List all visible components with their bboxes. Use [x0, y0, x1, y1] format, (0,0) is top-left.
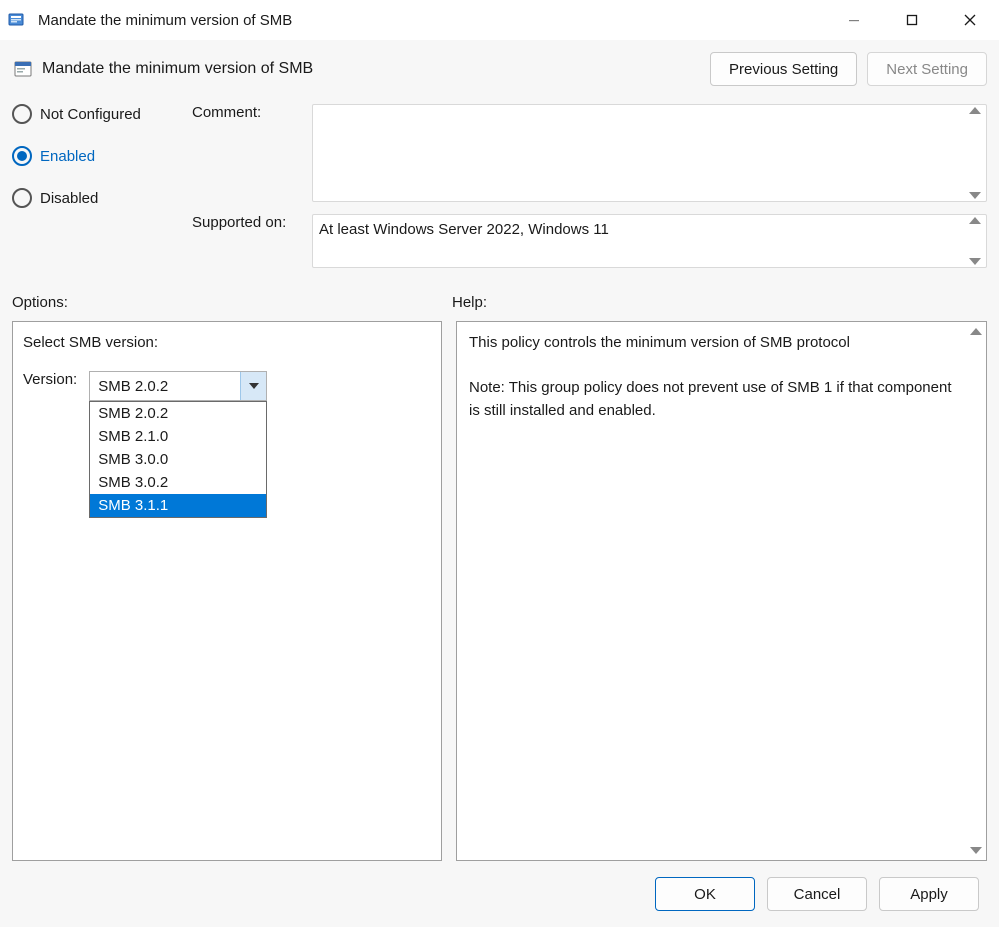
apply-button[interactable]: Apply [879, 877, 979, 911]
radio-label: Disabled [40, 190, 98, 207]
radio-icon [12, 188, 32, 208]
gpo-app-icon [6, 8, 30, 32]
help-scrollbar[interactable] [966, 322, 986, 860]
window-buttons [825, 0, 999, 40]
state-and-fields: Not Configured Enabled Disabled Comment: [12, 104, 987, 280]
version-selected-value: SMB 2.0.2 [90, 372, 240, 400]
ok-button[interactable]: OK [655, 877, 755, 911]
scroll-down-icon [969, 192, 981, 199]
dropdown-button[interactable] [240, 372, 266, 400]
help-paragraph: Note: This group policy does not prevent… [469, 377, 954, 422]
scroll-up-icon [970, 328, 982, 335]
supported-on-field: At least Windows Server 2022, Windows 11 [312, 214, 987, 268]
supported-on-label: Supported on: [192, 214, 312, 231]
version-combo-wrap: SMB 2.0.2 SMB 2.0.2 SMB 2.1.0 SMB 3.0.0 … [89, 371, 267, 401]
chevron-down-icon [249, 383, 259, 389]
policy-header-row: Mandate the minimum version of SMB Previ… [12, 52, 987, 86]
version-dropdown: SMB 2.0.2 SMB 2.1.0 SMB 3.0.0 SMB 3.0.2 … [89, 401, 267, 518]
minimize-button[interactable] [825, 0, 883, 40]
close-button[interactable] [941, 0, 999, 40]
scroll-up-icon [969, 217, 981, 224]
supported-on-value: At least Windows Server 2022, Windows 11 [313, 215, 986, 267]
dialog-footer: OK Cancel Apply [12, 861, 987, 927]
titlebar: Mandate the minimum version of SMB [0, 0, 999, 40]
radio-label: Enabled [40, 148, 95, 165]
previous-setting-button[interactable]: Previous Setting [710, 52, 857, 86]
version-combobox[interactable]: SMB 2.0.2 [89, 371, 267, 401]
help-paragraph: This policy controls the minimum version… [469, 332, 954, 355]
radio-icon [12, 104, 32, 124]
radio-enabled[interactable]: Enabled [12, 146, 192, 166]
help-text: This policy controls the minimum version… [457, 322, 966, 860]
maximize-button[interactable] [883, 0, 941, 40]
options-label: Options: [12, 294, 452, 311]
cancel-button[interactable]: Cancel [767, 877, 867, 911]
comment-label: Comment: [192, 104, 312, 121]
radio-disabled[interactable]: Disabled [12, 188, 192, 208]
version-option[interactable]: SMB 2.1.0 [90, 425, 266, 448]
radio-not-configured[interactable]: Not Configured [12, 104, 192, 124]
nav-buttons: Previous Setting Next Setting [710, 52, 987, 86]
supported-scroll[interactable] [966, 217, 984, 265]
version-option-highlighted[interactable]: SMB 3.1.1 [90, 494, 266, 517]
dialog-body: Mandate the minimum version of SMB Previ… [0, 40, 999, 927]
radio-label: Not Configured [40, 106, 141, 123]
radio-icon [12, 146, 32, 166]
version-option[interactable]: SMB 3.0.0 [90, 448, 266, 471]
window-title: Mandate the minimum version of SMB [38, 12, 825, 29]
comment-value [313, 105, 986, 201]
comment-scroll[interactable] [966, 107, 984, 199]
version-row: Version: SMB 2.0.2 SMB 2.0.2 SMB 2.1.0 S… [23, 371, 431, 401]
help-label: Help: [452, 294, 987, 311]
scroll-up-icon [969, 107, 981, 114]
next-setting-button[interactable]: Next Setting [867, 52, 987, 86]
section-labels: Options: Help: [12, 294, 987, 311]
policy-title: Mandate the minimum version of SMB [42, 60, 710, 78]
version-option[interactable]: SMB 3.0.2 [90, 471, 266, 494]
state-radio-group: Not Configured Enabled Disabled [12, 104, 192, 208]
scroll-down-icon [970, 847, 982, 854]
help-pane: This policy controls the minimum version… [456, 321, 987, 861]
options-pane: Select SMB version: Version: SMB 2.0.2 S… [12, 321, 442, 861]
select-smb-version-label: Select SMB version: [23, 334, 431, 351]
version-option[interactable]: SMB 2.0.2 [90, 402, 266, 425]
panes: Select SMB version: Version: SMB 2.0.2 S… [12, 321, 987, 861]
comment-field[interactable] [312, 104, 987, 202]
gpo-policy-dialog: Mandate the minimum version of SMB [0, 0, 999, 927]
version-label: Version: [23, 371, 77, 388]
scroll-down-icon [969, 258, 981, 265]
policy-icon [12, 58, 34, 80]
